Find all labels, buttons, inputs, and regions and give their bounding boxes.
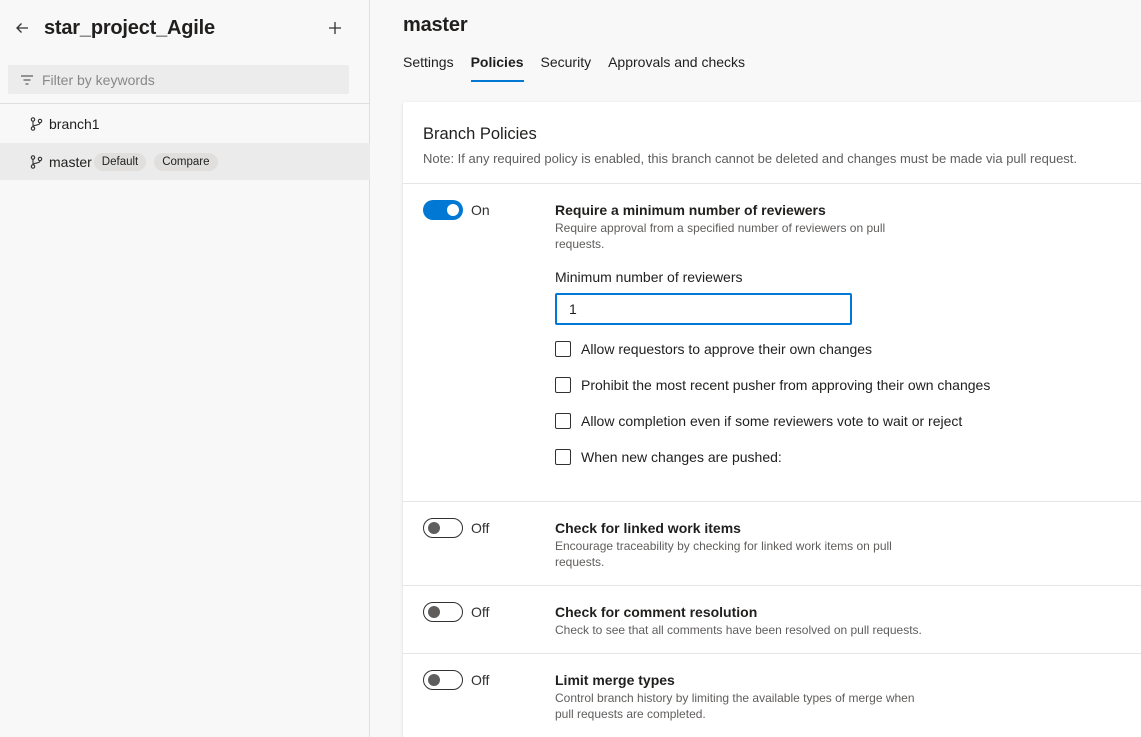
option-allow-requestors-approve[interactable]: Allow requestors to approve their own ch… xyxy=(555,341,872,357)
git-branch-icon xyxy=(30,154,43,169)
arrow-left-icon xyxy=(16,23,28,33)
min-reviewers-toggle[interactable] xyxy=(423,200,463,220)
linked-work-items-toggle[interactable] xyxy=(423,518,463,538)
app-root: star_project_Agile branch1 xyxy=(0,0,1141,737)
tab-settings[interactable]: Settings xyxy=(403,54,454,82)
checkbox-label: When new changes are pushed: xyxy=(581,449,782,465)
git-branch-icon xyxy=(30,116,43,131)
checkbox[interactable] xyxy=(555,341,571,357)
toggle-state-label: On xyxy=(471,202,490,218)
checkbox[interactable] xyxy=(555,413,571,429)
tab-bar: Settings Policies Security Approvals and… xyxy=(403,54,762,82)
branch-item-branch1[interactable]: branch1 xyxy=(0,105,370,142)
sidebar-header: star_project_Agile xyxy=(0,0,369,56)
section-divider xyxy=(403,501,1141,502)
toggle-state-label: Off xyxy=(471,604,490,620)
filter-box[interactable] xyxy=(8,65,349,94)
default-badge: Default xyxy=(93,152,147,171)
filter-input[interactable] xyxy=(42,71,332,88)
branch-name: branch1 xyxy=(49,115,100,132)
policy-title: Require a minimum number of reviewers xyxy=(555,202,826,218)
policy-description: Check to see that all comments have been… xyxy=(555,623,922,637)
branch-policies-card: Branch Policies Note: If any required po… xyxy=(403,102,1141,737)
tab-security[interactable]: Security xyxy=(541,54,592,82)
policy-title: Limit merge types xyxy=(555,672,675,688)
policy-description: Require approval from a specified number… xyxy=(555,221,886,251)
option-prohibit-recent-pusher[interactable]: Prohibit the most recent pusher from app… xyxy=(555,377,990,393)
compare-badge[interactable]: Compare xyxy=(154,152,218,171)
policy-description: Control branch history by limiting the a… xyxy=(555,691,915,721)
filter-icon xyxy=(21,74,33,85)
checkbox[interactable] xyxy=(555,377,571,393)
policy-description: Encourage traceability by checking for l… xyxy=(555,539,892,569)
option-new-changes-pushed[interactable]: When new changes are pushed: xyxy=(555,449,782,465)
section-divider xyxy=(403,653,1141,654)
main-content: master Settings Policies Security Approv… xyxy=(370,0,1141,737)
sidebar-divider xyxy=(0,103,370,104)
back-button[interactable] xyxy=(12,18,32,38)
branch-item-master[interactable]: master Default Compare xyxy=(0,143,370,180)
checkbox-label: Allow requestors to approve their own ch… xyxy=(581,341,873,357)
checkbox-label: Prohibit the most recent pusher from app… xyxy=(581,377,991,393)
section-divider xyxy=(403,585,1141,586)
tab-approvals-and-checks[interactable]: Approvals and checks xyxy=(608,54,745,82)
section-divider xyxy=(403,183,1141,184)
checkbox-label: Allow completion even if some reviewers … xyxy=(581,413,963,429)
checkbox[interactable] xyxy=(555,449,571,465)
page-title: master xyxy=(403,14,468,36)
policy-title: Check for linked work items xyxy=(555,520,741,536)
option-allow-completion[interactable]: Allow completion even if some reviewers … xyxy=(555,413,962,429)
add-branch-button[interactable] xyxy=(325,18,345,38)
branch-name: master xyxy=(49,153,92,170)
sidebar: star_project_Agile branch1 xyxy=(0,0,370,737)
card-title: Branch Policies xyxy=(423,125,537,143)
comment-resolution-toggle[interactable] xyxy=(423,602,463,622)
card-note: Note: If any required policy is enabled,… xyxy=(423,151,1078,166)
plus-icon xyxy=(329,22,341,34)
limit-merge-types-toggle[interactable] xyxy=(423,670,463,690)
tab-policies[interactable]: Policies xyxy=(470,54,524,82)
toggle-state-label: Off xyxy=(471,672,490,688)
project-title: star_project_Agile xyxy=(44,16,215,39)
min-reviewers-label: Minimum number of reviewers xyxy=(555,269,743,285)
min-reviewers-input[interactable] xyxy=(555,293,852,325)
policy-title: Check for comment resolution xyxy=(555,604,758,620)
toggle-state-label: Off xyxy=(471,520,490,536)
